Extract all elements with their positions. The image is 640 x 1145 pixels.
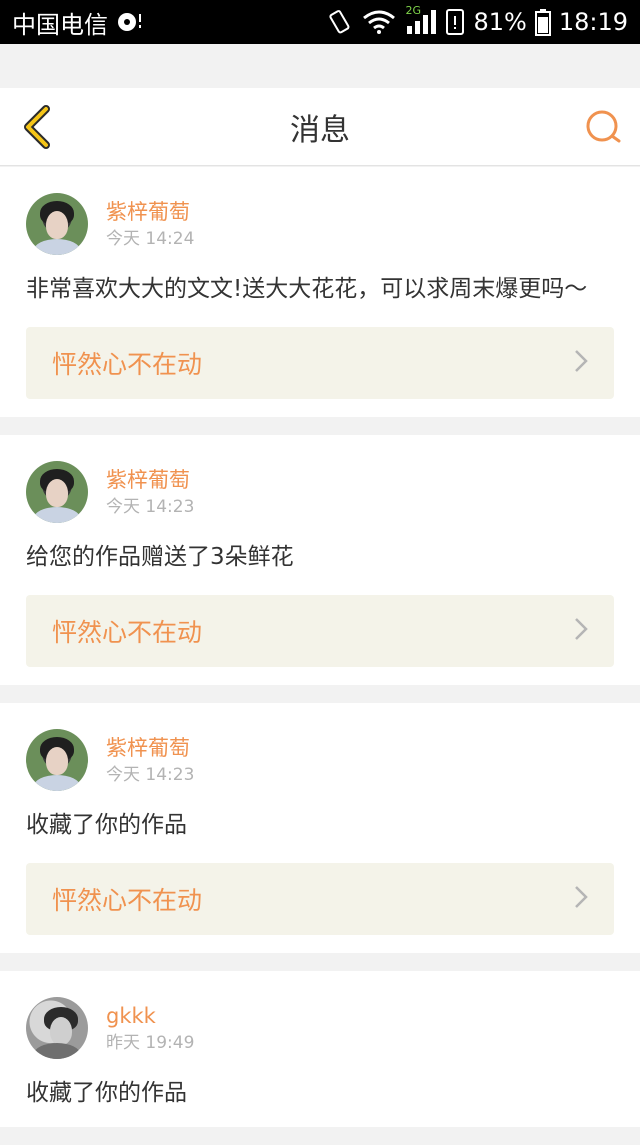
work-title: 怦然心不在动 <box>52 886 203 915</box>
username[interactable]: gkkk <box>106 1003 194 1029</box>
status-bar: 中国电信 2G 81% 18:19 <box>0 0 640 44</box>
chevron-right-icon <box>574 349 588 378</box>
work-link[interactable]: 怦然心不在动 <box>26 863 614 935</box>
wifi-icon <box>361 9 397 35</box>
message-text: 非常喜欢大大的文文!送大大花花，可以求周末爆更吗～ <box>26 276 588 302</box>
username[interactable]: 紫梓葡萄 <box>106 467 194 493</box>
username[interactable]: 紫梓葡萄 <box>106 735 194 761</box>
nav-header: 消息 <box>0 88 640 166</box>
top-spacer <box>0 44 640 88</box>
sim-alert-icon <box>445 8 465 36</box>
search-button[interactable] <box>582 106 626 150</box>
message-item[interactable]: 紫梓葡萄 今天 14:23 收藏了你的作品 怦然心不在动 <box>0 703 640 953</box>
clock: 18:19 <box>558 8 628 36</box>
signal-icon: 2G <box>405 4 437 36</box>
avatar[interactable] <box>26 461 88 523</box>
battery-icon <box>534 8 551 36</box>
work-link[interactable]: 怦然心不在动 <box>26 595 614 667</box>
timestamp: 今天 14:24 <box>106 229 195 249</box>
message-item[interactable]: gkkk 昨天 19:49 收藏了你的作品 <box>0 971 640 1127</box>
message-item[interactable]: 紫梓葡萄 今天 14:23 给您的作品赠送了3朵鲜花 怦然心不在动 <box>0 435 640 685</box>
work-title: 怦然心不在动 <box>52 618 203 647</box>
message-list: 紫梓葡萄 今天 14:24 非常喜欢大大的文文!送大大花花，可以求周末爆更吗～ … <box>0 167 640 1145</box>
timestamp: 今天 14:23 <box>106 497 195 517</box>
avatar[interactable] <box>26 729 88 791</box>
message-text: 收藏了你的作品 <box>26 1080 187 1106</box>
avatar[interactable] <box>26 193 88 255</box>
page-title: 消息 <box>290 112 350 148</box>
chevron-right-icon <box>574 885 588 914</box>
timestamp: 昨天 19:49 <box>106 1033 195 1053</box>
network-type-label: 2G <box>405 4 422 17</box>
back-button[interactable] <box>16 104 56 150</box>
back-arrow-icon <box>24 105 50 149</box>
chevron-right-icon <box>574 617 588 646</box>
username[interactable]: 紫梓葡萄 <box>106 199 194 225</box>
message-text: 收藏了你的作品 <box>26 812 187 838</box>
message-item[interactable]: 紫梓葡萄 今天 14:24 非常喜欢大大的文文!送大大花花，可以求周末爆更吗～ … <box>0 167 640 417</box>
battery-percent: 81% <box>473 8 527 36</box>
message-text: 给您的作品赠送了3朵鲜花 <box>26 544 294 570</box>
timestamp: 今天 14:23 <box>106 765 195 785</box>
work-title: 怦然心不在动 <box>52 350 203 379</box>
vibrate-icon <box>325 8 353 36</box>
carrier-label: 中国电信 <box>12 10 108 39</box>
search-icon <box>586 110 621 143</box>
avatar[interactable] <box>26 997 88 1059</box>
work-link[interactable]: 怦然心不在动 <box>26 327 614 399</box>
media-icon <box>116 11 144 33</box>
